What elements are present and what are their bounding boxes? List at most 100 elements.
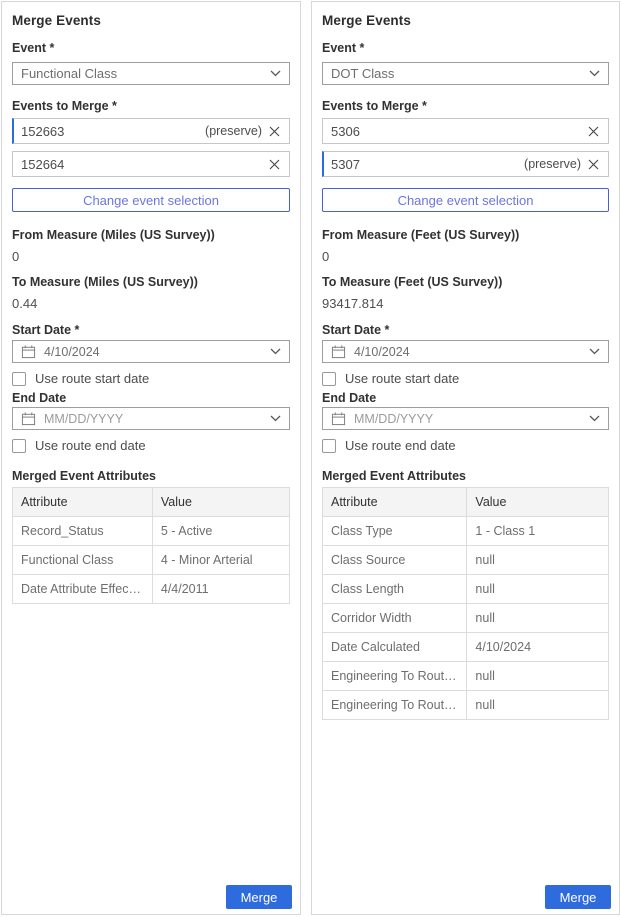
table-row[interactable]: Engineering To RouteIDnull <box>323 662 609 691</box>
merge-events-panel-right: Merge Events Event * DOT Class Events to… <box>311 1 620 915</box>
events-to-merge-label: Events to Merge * <box>12 99 290 113</box>
start-date-value: 4/10/2024 <box>44 345 262 359</box>
calendar-icon <box>21 344 36 359</box>
event-select-value: Functional Class <box>21 66 270 81</box>
use-route-end-date-checkbox[interactable]: Use route end date <box>12 438 290 453</box>
checkbox-label: Use route end date <box>345 438 456 453</box>
event-select-value: DOT Class <box>331 66 589 81</box>
end-date-input[interactable]: MM/DD/YYYY <box>12 407 290 430</box>
table-row[interactable]: Corridor Widthnull <box>323 604 609 633</box>
chevron-down-icon <box>589 415 600 422</box>
from-measure-label: From Measure (Feet (US Survey)) <box>322 228 609 242</box>
end-date-label: End Date <box>12 391 290 405</box>
table-cell: null <box>467 662 609 691</box>
table-cell: Class Type <box>323 517 467 546</box>
calendar-icon <box>331 344 346 359</box>
merge-events-panel-left: Merge Events Event * Functional Class Ev… <box>1 1 301 915</box>
event-id-value: 5306 <box>331 124 575 139</box>
merge-button[interactable]: Merge <box>226 885 292 909</box>
calendar-icon <box>21 411 36 426</box>
remove-event-icon[interactable] <box>587 159 600 170</box>
merge-button[interactable]: Merge <box>545 885 611 909</box>
checkbox-box[interactable] <box>12 372 26 386</box>
event-label: Event * <box>322 41 609 55</box>
merged-event-attributes-table: Attribute Value Record_Status5 - ActiveF… <box>12 487 290 604</box>
chevron-down-icon <box>270 70 281 77</box>
table-cell: Class Source <box>323 546 467 575</box>
event-id-value: 152663 <box>21 124 199 139</box>
checkbox-box[interactable] <box>12 439 26 453</box>
from-measure-value: 0 <box>12 250 290 264</box>
table-cell: Date Calculated <box>323 633 467 662</box>
start-date-input[interactable]: 4/10/2024 <box>12 340 290 363</box>
chevron-down-icon <box>589 348 600 355</box>
start-date-input[interactable]: 4/10/2024 <box>322 340 609 363</box>
table-cell: Engineering To Route ... <box>323 691 467 720</box>
table-cell: null <box>467 575 609 604</box>
table-cell: null <box>467 604 609 633</box>
checkbox-box[interactable] <box>322 439 336 453</box>
start-date-value: 4/10/2024 <box>354 345 581 359</box>
merged-event-attributes-table: Attribute Value Class Type1 - Class 1Cla… <box>322 487 609 720</box>
from-measure-label: From Measure (Miles (US Survey)) <box>12 228 290 242</box>
table-cell: 4/4/2011 <box>152 575 289 604</box>
table-row[interactable]: Class Type1 - Class 1 <box>323 517 609 546</box>
to-measure-value: 93417.814 <box>322 297 609 311</box>
table-row[interactable]: Class Sourcenull <box>323 546 609 575</box>
remove-event-icon[interactable] <box>587 126 600 137</box>
chevron-down-icon <box>589 70 600 77</box>
event-select[interactable]: Functional Class <box>12 62 290 85</box>
table-row[interactable]: Class Lengthnull <box>323 575 609 604</box>
page-title: Merge Events <box>322 2 609 28</box>
table-row[interactable]: Functional Class4 - Minor Arterial <box>13 546 290 575</box>
table-cell: 5 - Active <box>152 517 289 546</box>
to-measure-label: To Measure (Feet (US Survey)) <box>322 275 609 289</box>
end-date-placeholder: MM/DD/YYYY <box>354 412 581 426</box>
merge-events-workspace: Merge Events Event * Functional Class Ev… <box>0 0 621 917</box>
merged-event-attributes-title: Merged Event Attributes <box>12 469 290 483</box>
end-date-label: End Date <box>322 391 609 405</box>
end-date-placeholder: MM/DD/YYYY <box>44 412 262 426</box>
table-cell: 4/10/2024 <box>467 633 609 662</box>
table-cell: null <box>467 691 609 720</box>
table-cell: null <box>467 546 609 575</box>
change-event-selection-button[interactable]: Change event selection <box>322 188 609 212</box>
table-cell: Date Attribute Effective <box>13 575 153 604</box>
checkbox-label: Use route start date <box>345 371 459 386</box>
change-event-selection-button[interactable]: Change event selection <box>12 188 290 212</box>
table-row[interactable]: Record_Status5 - Active <box>13 517 290 546</box>
preserve-badge: (preserve) <box>524 157 581 171</box>
attribute-column-header: Attribute <box>13 488 153 517</box>
use-route-start-date-checkbox[interactable]: Use route start date <box>322 371 609 386</box>
table-row[interactable]: Date Attribute Effective4/4/2011 <box>13 575 290 604</box>
table-cell: Corridor Width <box>323 604 467 633</box>
event-label: Event * <box>12 41 290 55</box>
use-route-end-date-checkbox[interactable]: Use route end date <box>322 438 609 453</box>
to-measure-label: To Measure (Miles (US Survey)) <box>12 275 290 289</box>
table-header-row: Attribute Value <box>323 488 609 517</box>
remove-event-icon[interactable] <box>268 126 281 137</box>
table-cell: 1 - Class 1 <box>467 517 609 546</box>
start-date-label: Start Date * <box>322 323 609 337</box>
end-date-input[interactable]: MM/DD/YYYY <box>322 407 609 430</box>
table-cell: Record_Status <box>13 517 153 546</box>
use-route-start-date-checkbox[interactable]: Use route start date <box>12 371 290 386</box>
event-select[interactable]: DOT Class <box>322 62 609 85</box>
table-row[interactable]: Engineering To Route ...null <box>323 691 609 720</box>
table-cell: Engineering To RouteID <box>323 662 467 691</box>
event-to-merge-item[interactable]: 152663 (preserve) <box>12 118 290 144</box>
chevron-down-icon <box>270 415 281 422</box>
event-to-merge-item[interactable]: 5306 <box>322 118 609 144</box>
table-row[interactable]: Date Calculated4/10/2024 <box>323 633 609 662</box>
start-date-label: Start Date * <box>12 323 290 337</box>
value-column-header: Value <box>467 488 609 517</box>
event-to-merge-item[interactable]: 5307 (preserve) <box>322 151 609 177</box>
chevron-down-icon <box>270 348 281 355</box>
event-to-merge-item[interactable]: 152664 <box>12 151 290 177</box>
checkbox-label: Use route end date <box>35 438 146 453</box>
checkbox-box[interactable] <box>322 372 336 386</box>
calendar-icon <box>331 411 346 426</box>
remove-event-icon[interactable] <box>268 159 281 170</box>
event-id-value: 152664 <box>21 157 256 172</box>
from-measure-value: 0 <box>322 250 609 264</box>
